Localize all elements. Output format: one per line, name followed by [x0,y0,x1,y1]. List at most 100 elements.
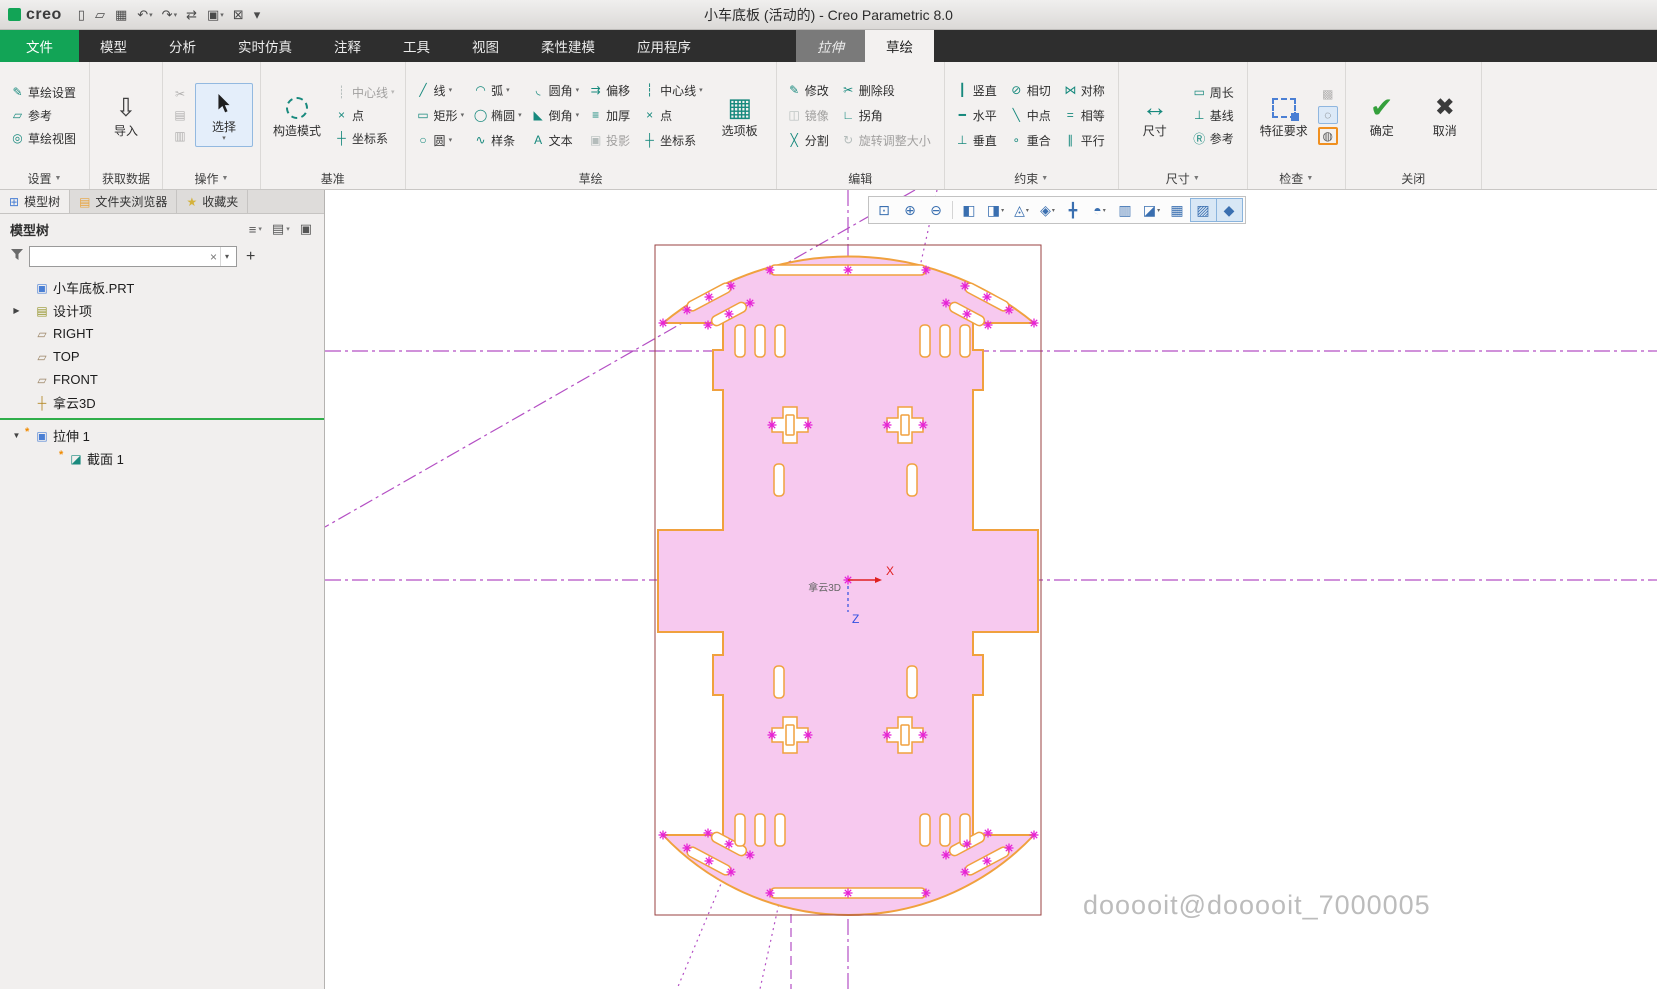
tab-analysis[interactable]: 分析 [148,30,217,62]
rotate-resize-button[interactable]: ↻ 旋转调整大小 [838,131,937,150]
project-button[interactable]: ▣ 投影 [585,131,636,150]
circle-button[interactable]: ○ 圆 ▾ [413,131,468,150]
horizontal-constraint-button[interactable]: ━ 水平 [952,106,1003,125]
graphics-area[interactable]: X Z 拿云3D ⊡ ⊕ ⊖ ◧ ◨ ▾ ◬ ▾ ◈ ▾ ╋ ◓ ▾ ▥ ◪ ▾… [325,190,1657,989]
cancel-button[interactable]: ✖ 取消 [1416,88,1474,142]
coincident-constraint-button[interactable]: ∘ 重合 [1006,131,1057,150]
tab-model[interactable]: 模型 [79,30,148,62]
panel-tab-model-tree[interactable]: ⊞ 模型树 [0,190,71,213]
tree-item-right-plane[interactable]: ▱ RIGHT [0,322,324,345]
tab-sketch[interactable]: 草绘 [865,30,934,62]
csys-datum-button[interactable]: ┼ 坐标系 [331,129,398,148]
tab-file[interactable]: 文件 [0,30,79,62]
select-button[interactable]: 选择 ▾ [195,82,254,148]
chassis-profile[interactable] [657,255,1039,917]
sketch-orientation-button[interactable]: ◆ [1216,198,1243,222]
sketch-setup-button[interactable]: ✎ 草绘设置 [7,83,82,102]
filter-clear-icon[interactable]: × [207,250,220,264]
redraw-button[interactable]: ◧ [952,199,982,221]
tab-extrude[interactable]: 拉伸 [796,30,865,62]
customize-quick-access-button[interactable]: ▾ [250,5,266,25]
view-manager-button[interactable]: ▥ [1113,199,1138,221]
group-dimension-footer[interactable]: 尺寸 ▼ [1119,168,1247,189]
insert-here-indicator[interactable] [0,418,324,420]
panel-tab-favorites[interactable]: ★ 收藏夹 [177,190,249,213]
sketch-display-button[interactable]: ▨ [1190,198,1217,222]
palette-button[interactable]: ▦ 选项板 [711,88,769,142]
tree-item-part[interactable]: ▣ 小车底板.PRT [0,276,324,299]
symmetric-constraint-button[interactable]: ⋈ 对称 [1060,81,1111,100]
tree-filter-input[interactable] [33,248,207,265]
fillet-button[interactable]: ◟ 圆角 ▾ [528,81,583,100]
tab-view[interactable]: 视图 [451,30,520,62]
window-button[interactable]: ▣ ▾ [203,5,228,25]
tree-detach-button[interactable]: ▣ [300,221,314,237]
save-button[interactable]: ▦ [111,5,132,25]
divide-button[interactable]: ╳ 分割 [784,131,835,150]
close-window-button[interactable]: ⊠ [229,5,249,25]
overlapping-geometry-button[interactable]: ◍ [1317,127,1338,145]
feature-requirements-button[interactable]: 特征要求 [1255,88,1313,142]
tab-flexible-modeling[interactable]: 柔性建模 [520,30,616,62]
tab-live-simulation[interactable]: 实时仿真 [217,30,313,62]
datum-display-button[interactable]: ◬ ▾ [1009,199,1034,221]
point-datum-button[interactable]: × 点 [331,106,398,125]
spin-center-button[interactable]: ╋ [1061,199,1086,221]
group-constrain-footer[interactable]: 约束 ▼ [945,168,1118,189]
group-setup-footer[interactable]: 设置 ▼ [0,168,89,189]
highlight-open-ends-button[interactable]: ◌ [1317,106,1338,124]
delete-segment-button[interactable]: ✂ 删除段 [838,81,937,100]
cut-button[interactable]: ✂ [170,85,190,103]
construction-mode-button[interactable]: 构造模式 [268,88,326,142]
tree-item-csys[interactable]: ┼ 拿云3D [0,391,324,414]
dimension-button[interactable]: ↔ 尺寸 [1126,88,1184,142]
section-view-button[interactable]: ◪ ▾ [1139,199,1164,221]
mirror-button[interactable]: ◫ 镜像 [784,106,835,125]
modify-button[interactable]: ✎ 修改 [784,81,835,100]
vertical-constraint-button[interactable]: ┃ 竖直 [952,81,1003,100]
zoom-window-button[interactable]: ⊡ [872,199,897,221]
tab-applications[interactable]: 应用程序 [616,30,712,62]
sketch-view-button[interactable]: ◎ 草绘视图 [7,129,82,148]
baseline-dimension-button[interactable]: ⊥ 基线 [1189,106,1240,125]
ellipse-button[interactable]: ◯ 椭圆 ▾ [470,106,525,125]
tab-tools[interactable]: 工具 [382,30,451,62]
annotation-display-button[interactable]: ◈ ▾ [1035,199,1060,221]
filter-add-button[interactable]: + [242,248,259,266]
tree-settings-button[interactable]: ≡ ▾ [249,221,262,237]
centerline-datum-button[interactable]: ┊ 中心线 ▾ [331,83,398,102]
centerline-button[interactable]: ┆ 中心线 ▾ [639,81,706,100]
tree-item-front-plane[interactable]: ▱ FRONT [0,368,324,391]
parallel-constraint-button[interactable]: ∥ 平行 [1060,131,1111,150]
orientation-button[interactable]: ◓ ▾ [1087,199,1112,221]
rectangle-button[interactable]: ▭ 矩形 ▾ [413,106,468,125]
display-style-button[interactable]: ◨ ▾ [983,199,1008,221]
reference-dimension-button[interactable]: Ⓡ 参考 [1189,129,1240,148]
midpoint-constraint-button[interactable]: ╲ 中点 [1006,106,1057,125]
open-file-button[interactable]: ▱ [91,5,110,25]
filter-dropdown-icon[interactable]: ▾ [219,247,233,266]
new-file-button[interactable]: ▯ [74,5,90,25]
references-button[interactable]: ▱ 参考 [7,106,82,125]
perpendicular-constraint-button[interactable]: ⊥ 垂直 [952,131,1003,150]
arc-button[interactable]: ◠ 弧 ▾ [470,81,525,100]
tree-item-section-1[interactable]: * ◪ 截面 1 [0,447,324,470]
equal-constraint-button[interactable]: = 相等 [1060,106,1111,125]
zoom-out-button[interactable]: ⊖ [924,199,949,221]
panel-tab-folder-browser[interactable]: ▤ 文件夹浏览器 [70,190,178,213]
undo-button[interactable]: ↶ ▾ [133,5,156,25]
tangent-constraint-button[interactable]: ⊘ 相切 [1006,81,1057,100]
tree-item-extrude-1[interactable]: ▼ * ▣ 拉伸 1 [0,424,324,447]
tree-item-design-items[interactable]: ▶ ▤ 设计项 [0,299,324,322]
snap-to-grid-button[interactable]: ▦ [1165,199,1190,221]
line-button[interactable]: ╱ 线 ▾ [413,81,468,100]
point-button[interactable]: × 点 [639,106,706,125]
group-operations-footer[interactable]: 操作 ▼ [163,168,260,189]
import-button[interactable]: ⇩ 导入 [97,88,155,142]
text-button[interactable]: A 文本 [528,131,583,150]
zoom-in-button[interactable]: ⊕ [898,199,923,221]
tab-annotate[interactable]: 注释 [313,30,382,62]
redo-button[interactable]: ↷ ▾ [158,5,181,25]
corner-button[interactable]: ∟ 拐角 [838,106,937,125]
ok-button[interactable]: ✔ 确定 [1353,88,1411,142]
